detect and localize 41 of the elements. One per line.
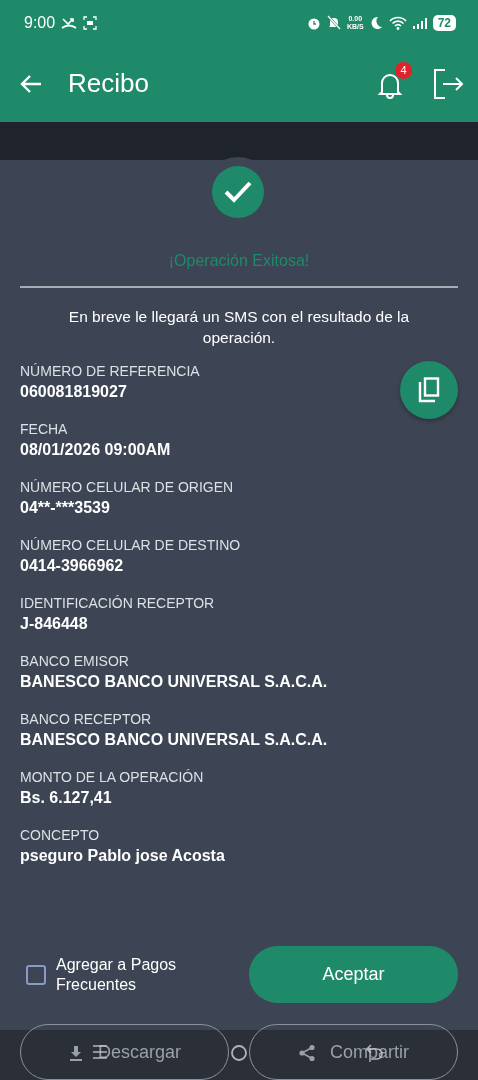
back-arrow-icon[interactable]	[20, 73, 42, 94]
success-title: ¡Operación Exitosa!	[167, 252, 311, 270]
field-value: pseguro Pablo jose Acosta	[20, 846, 225, 866]
wifi-icon	[388, 15, 407, 30]
field-value: J-846448	[20, 614, 88, 634]
missed-call-icon	[61, 15, 78, 30]
copy-button[interactable]	[400, 361, 458, 419]
logout-icon[interactable]	[432, 67, 464, 100]
field-label: FECHA	[20, 420, 68, 439]
signal-icon	[412, 16, 427, 29]
field-value: 0414-3966962	[20, 556, 124, 576]
home-icon[interactable]	[230, 1044, 248, 1062]
screenshot-icon	[83, 15, 98, 30]
checkbox-label: Agregar a Pagos Frecuentes	[56, 954, 178, 995]
share-icon	[298, 1043, 316, 1062]
muted-bell-icon	[326, 15, 341, 30]
download-icon	[68, 1044, 84, 1061]
field-value: 08/01/2026 09:00AM	[20, 440, 171, 460]
field-value: BANESCO BANCO UNIVERSAL S.A.C.A.	[20, 730, 328, 750]
field-label: MONTO DE LA OPERACIÓN	[20, 768, 204, 787]
screen-title: Recibo	[68, 68, 150, 99]
frequent-payments-checkbox[interactable]	[26, 964, 46, 985]
field-label: NÚMERO DE REFERENCIA	[20, 362, 200, 381]
battery-level: 72	[432, 14, 456, 31]
field-label: NÚMERO CELULAR DE ORIGEN	[20, 478, 234, 497]
success-check-icon	[212, 166, 264, 218]
sms-message: En breve le llegará un SMS con el resultado de la operación.	[67, 307, 411, 348]
field-label: BANCO EMISOR	[20, 652, 129, 671]
field-value: 04**-***3539	[20, 498, 110, 518]
notification-badge: 4	[395, 61, 412, 79]
field-value: BANESCO BANCO UNIVERSAL S.A.C.A.	[20, 672, 328, 692]
status-time: 9:00	[24, 13, 56, 32]
field-label: BANCO RECEPTOR	[20, 710, 152, 729]
field-label: CONCEPTO	[20, 826, 100, 845]
field-value: 060081819027	[20, 382, 127, 402]
moon-icon	[369, 15, 383, 30]
field-label: IDENTIFICACIÓN RECEPTOR	[20, 594, 215, 613]
copy-icon	[417, 377, 441, 403]
accept-button[interactable]: Aceptar	[249, 946, 458, 1003]
field-label: NÚMERO CELULAR DE DESTINO	[20, 536, 241, 555]
field-value: Bs. 6.127,41	[20, 788, 112, 808]
